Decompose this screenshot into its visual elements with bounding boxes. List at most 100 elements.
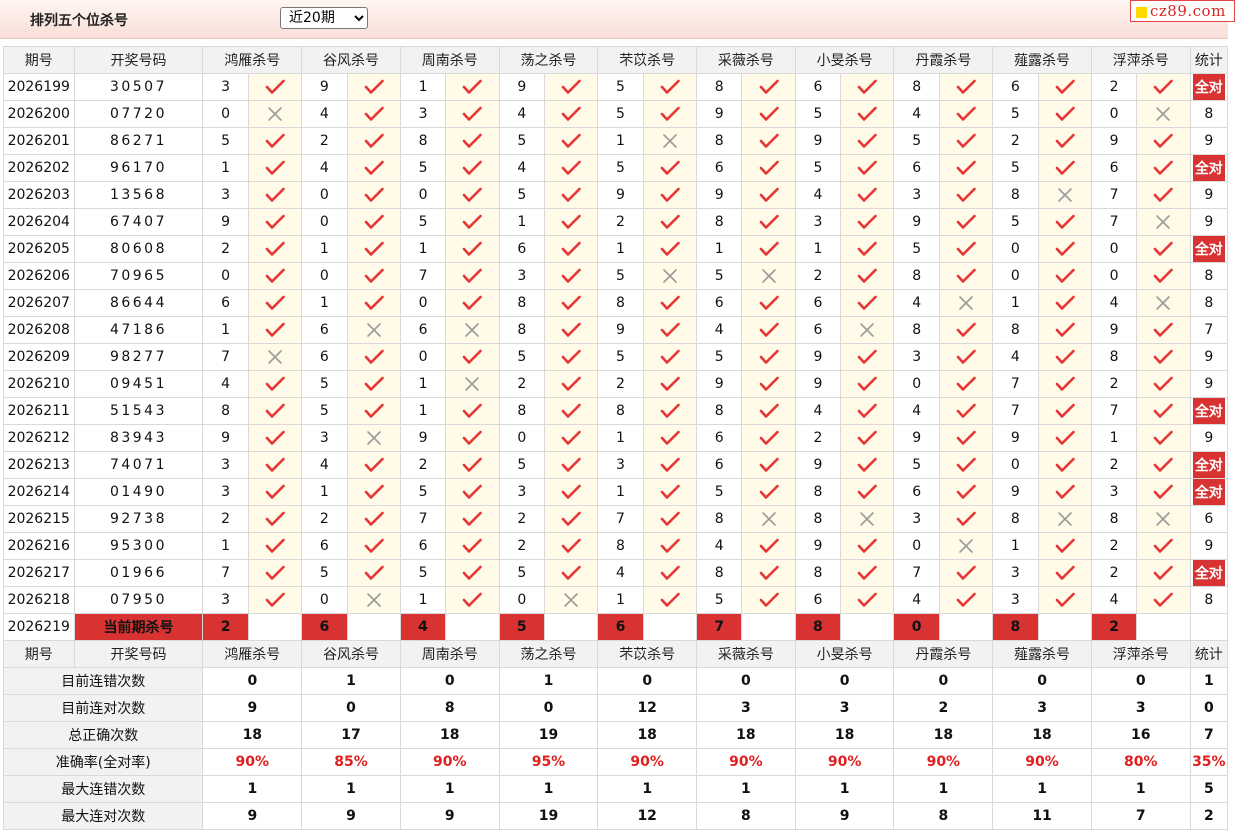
- current-kill-number: 7: [696, 613, 743, 641]
- row-stat: 6: [1189, 505, 1229, 533]
- kill-number: 9: [794, 451, 842, 479]
- check-icon: [463, 538, 483, 553]
- result-mark: [938, 343, 994, 371]
- cross-icon: [1156, 296, 1171, 310]
- check-icon: [265, 592, 285, 607]
- check-icon: [364, 349, 384, 364]
- check-icon: [857, 133, 878, 148]
- result-mark: [1037, 586, 1092, 614]
- kill-number: 9: [794, 127, 842, 155]
- column-header-kill-hongyan: 鸿雁杀号: [202, 640, 303, 668]
- current-kill-number: 6: [301, 613, 348, 641]
- current-kill-number: 8: [794, 613, 842, 641]
- draw-numbers: 70965: [73, 262, 204, 290]
- check-icon: [759, 430, 779, 445]
- kill-number: 0: [498, 424, 545, 452]
- check-icon: [857, 295, 878, 310]
- check-icon: [1154, 430, 1174, 445]
- kill-number: 0: [992, 235, 1039, 263]
- kill-number: 5: [498, 451, 545, 479]
- stats-row: 目前连错次数 0 1 0 1 0 0 0 0 0 0 1: [2, 667, 1229, 695]
- check-icon: [1154, 160, 1174, 175]
- check-icon: [364, 376, 384, 391]
- period-select[interactable]: 近20期: [280, 7, 368, 29]
- stats-value: 1: [399, 775, 500, 803]
- kill-number: 0: [301, 181, 348, 209]
- check-icon: [956, 241, 976, 256]
- stats-value: 11: [992, 802, 1092, 830]
- check-icon: [857, 349, 878, 364]
- stats-value: 2: [893, 694, 994, 722]
- kill-number: 3: [992, 586, 1039, 614]
- issue-number: 2026218: [3, 586, 75, 614]
- issue-number: 2026209: [3, 343, 75, 371]
- result-mark: [247, 505, 303, 533]
- check-icon: [561, 133, 581, 148]
- kill-number-table: 期号 开奖号码 鸿雁杀号 谷风杀号 周南杀号 荡之杀号 芣苡杀号 采薇杀号 小旻杀号 丹霞杀号 薤露…: [2, 46, 1229, 830]
- table-row: 2026207 86644 6 1 0 8 8 6 6 4 1 4 8: [3, 289, 1229, 317]
- result-mark: [938, 289, 994, 317]
- result-mark: [642, 397, 698, 425]
- kill-number: 4: [498, 100, 545, 128]
- current-issue-number: 2026219: [3, 613, 75, 641]
- check-icon: [463, 106, 483, 121]
- check-icon: [561, 241, 581, 256]
- kill-number: 5: [597, 100, 644, 128]
- result-mark: [445, 208, 500, 236]
- kill-number: 9: [794, 343, 842, 371]
- kill-number: 4: [794, 397, 842, 425]
- kill-number: 1: [1090, 424, 1138, 452]
- issue-number: 2026211: [3, 397, 75, 425]
- kill-number: 3: [301, 424, 348, 452]
- result-mark: [543, 478, 599, 506]
- site-logo[interactable]: cz89.com: [1130, 0, 1235, 22]
- check-icon: [463, 565, 483, 580]
- check-icon: [265, 322, 285, 337]
- check-icon: [265, 565, 285, 580]
- result-mark: [938, 316, 994, 344]
- check-icon: [463, 295, 483, 310]
- result-mark: [840, 370, 895, 398]
- current-kill-number: 5: [498, 613, 545, 641]
- check-icon: [1055, 457, 1075, 472]
- kill-number: 1: [597, 235, 644, 263]
- stats-value: 12: [597, 802, 698, 830]
- stats-value: 12: [597, 694, 698, 722]
- result-mark: [1136, 397, 1191, 425]
- check-icon: [463, 430, 483, 445]
- cross-icon: [1057, 188, 1072, 202]
- cross-icon: [366, 323, 381, 337]
- draw-numbers: 07720: [73, 100, 204, 128]
- result-mark: [741, 397, 796, 425]
- check-icon: [265, 214, 285, 229]
- check-icon: [759, 376, 779, 391]
- check-icon: [956, 457, 976, 472]
- result-mark: [346, 370, 401, 398]
- kill-number: 8: [696, 505, 743, 533]
- kill-number: 3: [399, 100, 447, 128]
- check-icon: [759, 403, 779, 418]
- result-mark: [247, 127, 303, 155]
- check-icon: [956, 565, 976, 580]
- draw-numbers: 80608: [73, 235, 204, 263]
- result-mark: [543, 424, 599, 452]
- kill-number: 6: [301, 316, 348, 344]
- kill-number: 6: [794, 316, 842, 344]
- check-icon: [1154, 538, 1174, 553]
- check-icon: [956, 349, 976, 364]
- kill-number: 2: [1090, 532, 1138, 560]
- column-header-kill-xielu: 薤露杀号: [992, 640, 1092, 668]
- kill-number: 8: [1090, 505, 1138, 533]
- row-stat: 8: [1189, 262, 1229, 290]
- table-row: 2026208 47186 1 6 6 8 9 4 6 8 8 9 7: [3, 316, 1229, 344]
- result-mark: [1037, 235, 1092, 263]
- kill-number: 6: [992, 73, 1039, 101]
- check-icon: [265, 538, 285, 553]
- kill-number: 5: [893, 451, 940, 479]
- table-row: 2026199 30507 3 9 1 9 5 8 6 8 6 2 全对: [3, 73, 1229, 101]
- result-mark: [346, 478, 401, 506]
- stats-value: 9: [301, 802, 401, 830]
- check-icon: [561, 565, 581, 580]
- row-stat: 9: [1189, 532, 1229, 560]
- check-icon: [857, 430, 878, 445]
